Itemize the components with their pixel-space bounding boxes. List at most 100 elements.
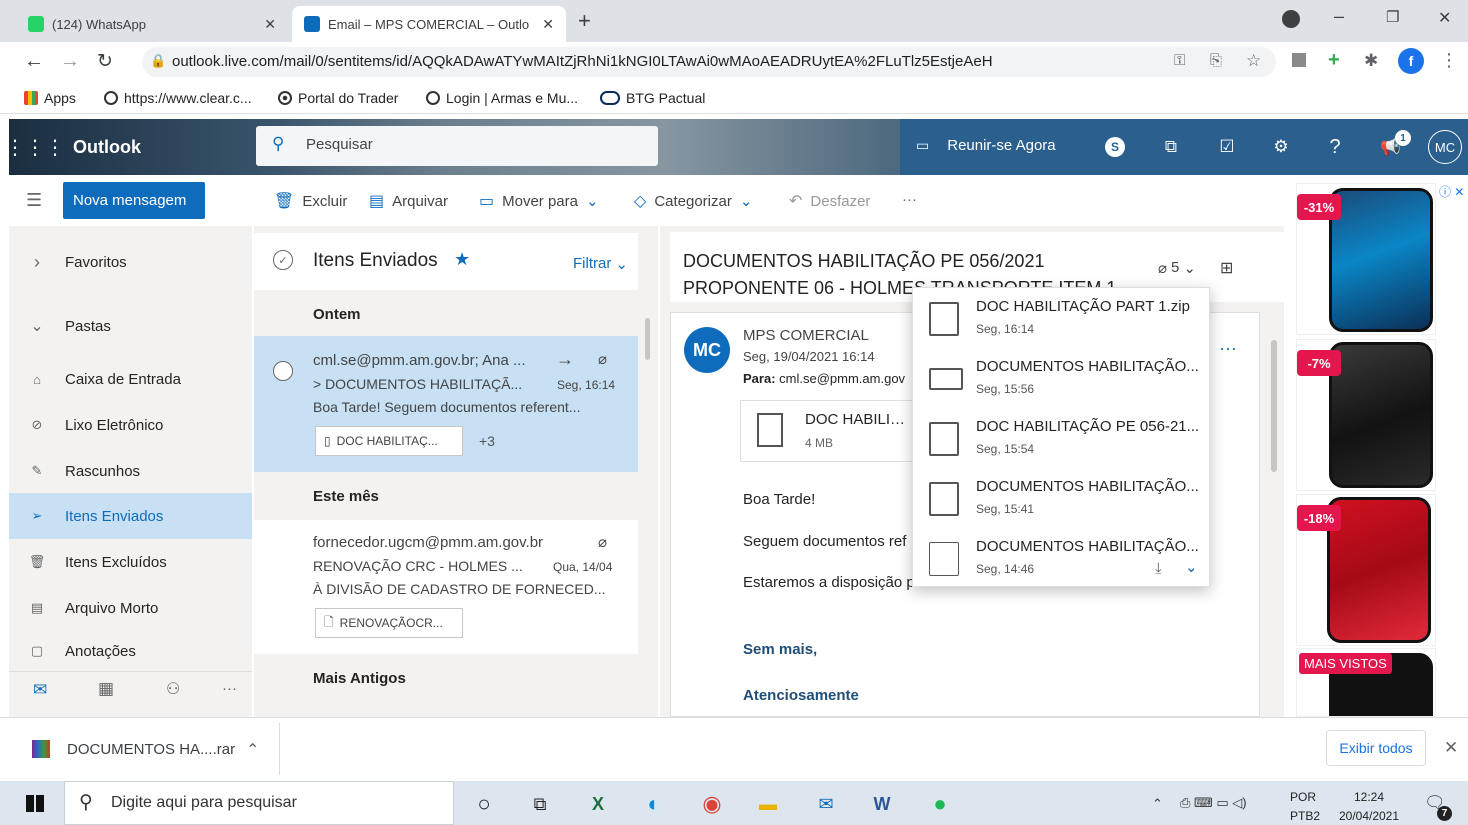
categorize-button[interactable]: ◇ Categorizar ⌄ bbox=[634, 191, 752, 211]
people-icon[interactable]: ⚇ bbox=[166, 679, 180, 699]
sender-name[interactable]: MPS COMERCIAL bbox=[743, 327, 869, 344]
skype-icon[interactable]: S bbox=[1105, 137, 1125, 157]
new-message-button[interactable]: Nova mensagem bbox=[63, 182, 205, 219]
user-avatar[interactable]: MC bbox=[1428, 130, 1462, 164]
tray-chevron-icon[interactable]: ⌃ bbox=[1152, 796, 1163, 812]
archive-button[interactable]: ▤ Arquivar bbox=[369, 191, 448, 211]
nav-deleted[interactable]: 🗑 Itens Excluídos bbox=[9, 539, 252, 585]
delete-button[interactable]: 🗑 Excluir bbox=[274, 191, 347, 211]
nav-junk[interactable]: ⊘ Lixo Eletrônico bbox=[9, 402, 252, 448]
new-tab-button[interactable]: + bbox=[578, 8, 591, 34]
close-icon[interactable]: ✕ bbox=[264, 16, 276, 33]
select-all-checkbox[interactable]: ✓ bbox=[273, 250, 293, 270]
star-icon[interactable]: ★ bbox=[454, 249, 470, 270]
download-icon[interactable]: ⤓ bbox=[1155, 560, 1162, 577]
taskbar-search-input[interactable]: ⚲ Digite aqui para pesquisar bbox=[64, 781, 454, 825]
bookmark-portal-trader[interactable]: Portal do Trader bbox=[278, 90, 398, 106]
attachment-item[interactable]: DOCUMENTOS HABILITAÇÃO... Seg, 15:56 bbox=[913, 348, 1211, 408]
file-explorer-icon[interactable]: ▬ bbox=[752, 788, 784, 820]
browser-menu-icon[interactable]: ⋮ bbox=[1440, 50, 1458, 71]
attachment-item[interactable]: DOCUMENTOS HABILITAÇÃO... Seg, 15:41 bbox=[913, 468, 1211, 528]
word-icon[interactable]: W bbox=[866, 788, 898, 820]
profile-avatar[interactable]: f bbox=[1398, 48, 1424, 74]
reload-button[interactable]: ↻ bbox=[97, 50, 113, 73]
nav-favorites[interactable]: › Favoritos bbox=[9, 239, 252, 285]
url-field[interactable]: 🔒 outlook.live.com/mail/0/sentitems/id/A… bbox=[142, 47, 1276, 77]
tray-icons[interactable]: ⎙ ⌨ ▭ ◁) bbox=[1180, 795, 1247, 811]
attachment-count-button[interactable]: ⌀ 5 ⌄ bbox=[1158, 259, 1196, 277]
mail-app-icon[interactable]: ✉ bbox=[810, 788, 842, 820]
meet-now-button[interactable]: ▭ Reunir-se Agora bbox=[916, 137, 1056, 154]
show-all-button[interactable]: Exibir todos bbox=[1326, 730, 1426, 766]
edge-icon[interactable]: ◐ bbox=[638, 788, 670, 820]
bookmark-armas[interactable]: Login | Armas e Mu... bbox=[426, 90, 578, 106]
move-to-button[interactable]: ▭ Mover para ⌄ bbox=[479, 191, 599, 211]
task-view-icon[interactable]: ⧉ bbox=[524, 788, 556, 820]
clock[interactable]: 12:24 20/04/2021 bbox=[1332, 788, 1406, 825]
office-icon[interactable]: ⧉ bbox=[1156, 132, 1186, 162]
todo-icon[interactable]: ☑ bbox=[1212, 132, 1242, 162]
more-attachments[interactable]: +3 bbox=[479, 433, 495, 449]
star-icon[interactable]: ☆ bbox=[1246, 51, 1261, 71]
ad-product[interactable]: MAIS VISTOS bbox=[1296, 648, 1436, 717]
sender-avatar[interactable]: MC bbox=[684, 327, 730, 373]
close-icon[interactable]: ✕ bbox=[542, 16, 554, 33]
attachment-item[interactable]: DOC HABILITAÇÃO PART 1.zip Seg, 16:14 bbox=[913, 288, 1211, 348]
attachment-item[interactable]: DOC HABILITAÇÃO PE 056-21... Seg, 15:54 bbox=[913, 408, 1211, 468]
language-indicator[interactable]: POR PTB2 bbox=[1290, 788, 1320, 825]
ad-info-icon[interactable]: ⓘ ✕ bbox=[1439, 183, 1464, 200]
key-icon[interactable]: ⚿ bbox=[1174, 52, 1185, 69]
excel-icon[interactable]: X bbox=[582, 788, 614, 820]
close-window-button[interactable]: ✕ bbox=[1438, 8, 1451, 28]
ad-product[interactable]: -31% bbox=[1296, 183, 1436, 335]
forward-button[interactable]: → bbox=[60, 50, 80, 73]
help-icon[interactable]: ? bbox=[1320, 132, 1350, 162]
filter-button[interactable]: Filtrar ⌄ bbox=[573, 255, 628, 273]
nav-sent[interactable]: ➢ Itens Enviados bbox=[9, 493, 252, 539]
install-icon[interactable]: ⎘ bbox=[1210, 52, 1222, 69]
cortana-icon[interactable]: ○ bbox=[468, 788, 500, 820]
nav-notes[interactable]: ▢ Anotações bbox=[9, 631, 252, 671]
nav-folders[interactable]: ⌄ Pastas bbox=[9, 303, 252, 349]
message-more-icon[interactable]: ··· bbox=[1219, 338, 1237, 359]
puzzle-icon[interactable]: ✱ bbox=[1364, 51, 1378, 71]
row-checkbox[interactable] bbox=[273, 361, 293, 381]
nav-drafts[interactable]: ✎ Rascunhos bbox=[9, 448, 252, 494]
settings-gear-icon[interactable]: ⚙ bbox=[1266, 132, 1296, 162]
reading-scrollbar[interactable] bbox=[1271, 340, 1277, 472]
hamburger-menu-icon[interactable]: ☰ bbox=[26, 190, 42, 211]
minimize-button[interactable]: – bbox=[1334, 6, 1344, 27]
back-button[interactable]: ← bbox=[24, 50, 44, 73]
mail-icon[interactable]: ✉ bbox=[33, 680, 47, 700]
extension-icon[interactable] bbox=[1292, 53, 1306, 67]
attachment-chip[interactable]: ▯ DOC HABILITAÇ... bbox=[315, 426, 463, 456]
tab-whatsapp[interactable]: (124) WhatsApp ✕ bbox=[16, 6, 288, 42]
list-scrollbar[interactable] bbox=[645, 318, 650, 360]
spotify-icon[interactable]: ● bbox=[924, 788, 956, 820]
expand-icon[interactable]: ⊞ bbox=[1220, 258, 1233, 278]
search-input[interactable]: ⚲ Pesquisar bbox=[256, 126, 658, 166]
restore-button[interactable]: ❐ bbox=[1386, 8, 1399, 26]
ad-product[interactable]: -18% bbox=[1296, 494, 1436, 646]
bookmark-apps[interactable]: Apps bbox=[24, 90, 76, 106]
windows-start-icon[interactable] bbox=[26, 795, 44, 813]
download-filename[interactable]: DOCUMENTOS HA....rar bbox=[67, 741, 235, 758]
nav-archive[interactable]: ▤ Arquivo Morto bbox=[9, 585, 252, 631]
attachment-chip[interactable]: 🗋 RENOVAÇÃOCR... bbox=[315, 608, 463, 638]
tab-outlook[interactable]: Email – MPS COMERCIAL – Outlo ✕ bbox=[292, 6, 566, 42]
plus-extension-icon[interactable]: + bbox=[1328, 49, 1340, 72]
bookmark-btg[interactable]: BTG Pactual bbox=[600, 90, 705, 106]
chevron-down-icon[interactable]: ⌄ bbox=[1185, 558, 1198, 576]
calendar-icon[interactable]: ▦ bbox=[98, 679, 114, 699]
app-launcher-icon[interactable]: ⋮⋮⋮ bbox=[5, 119, 65, 175]
undo-button[interactable]: ↶ Desfazer bbox=[789, 191, 870, 211]
more-apps-icon[interactable]: ··· bbox=[222, 680, 237, 697]
chrome-icon[interactable]: ◉ bbox=[696, 788, 728, 820]
ad-product[interactable]: -7% bbox=[1296, 339, 1436, 491]
more-actions-icon[interactable]: ··· bbox=[902, 191, 917, 208]
bookmark-clear[interactable]: https://www.clear.c... bbox=[104, 90, 252, 106]
media-control-icon[interactable] bbox=[1282, 10, 1300, 28]
close-download-bar-icon[interactable]: ✕ bbox=[1444, 738, 1458, 758]
attachment-item[interactable]: DOCUMENTOS HABILITAÇÃO... Seg, 14:46 ⤓ ⌄ bbox=[913, 528, 1211, 588]
nav-inbox[interactable]: ⌂ Caixa de Entrada bbox=[9, 356, 252, 402]
